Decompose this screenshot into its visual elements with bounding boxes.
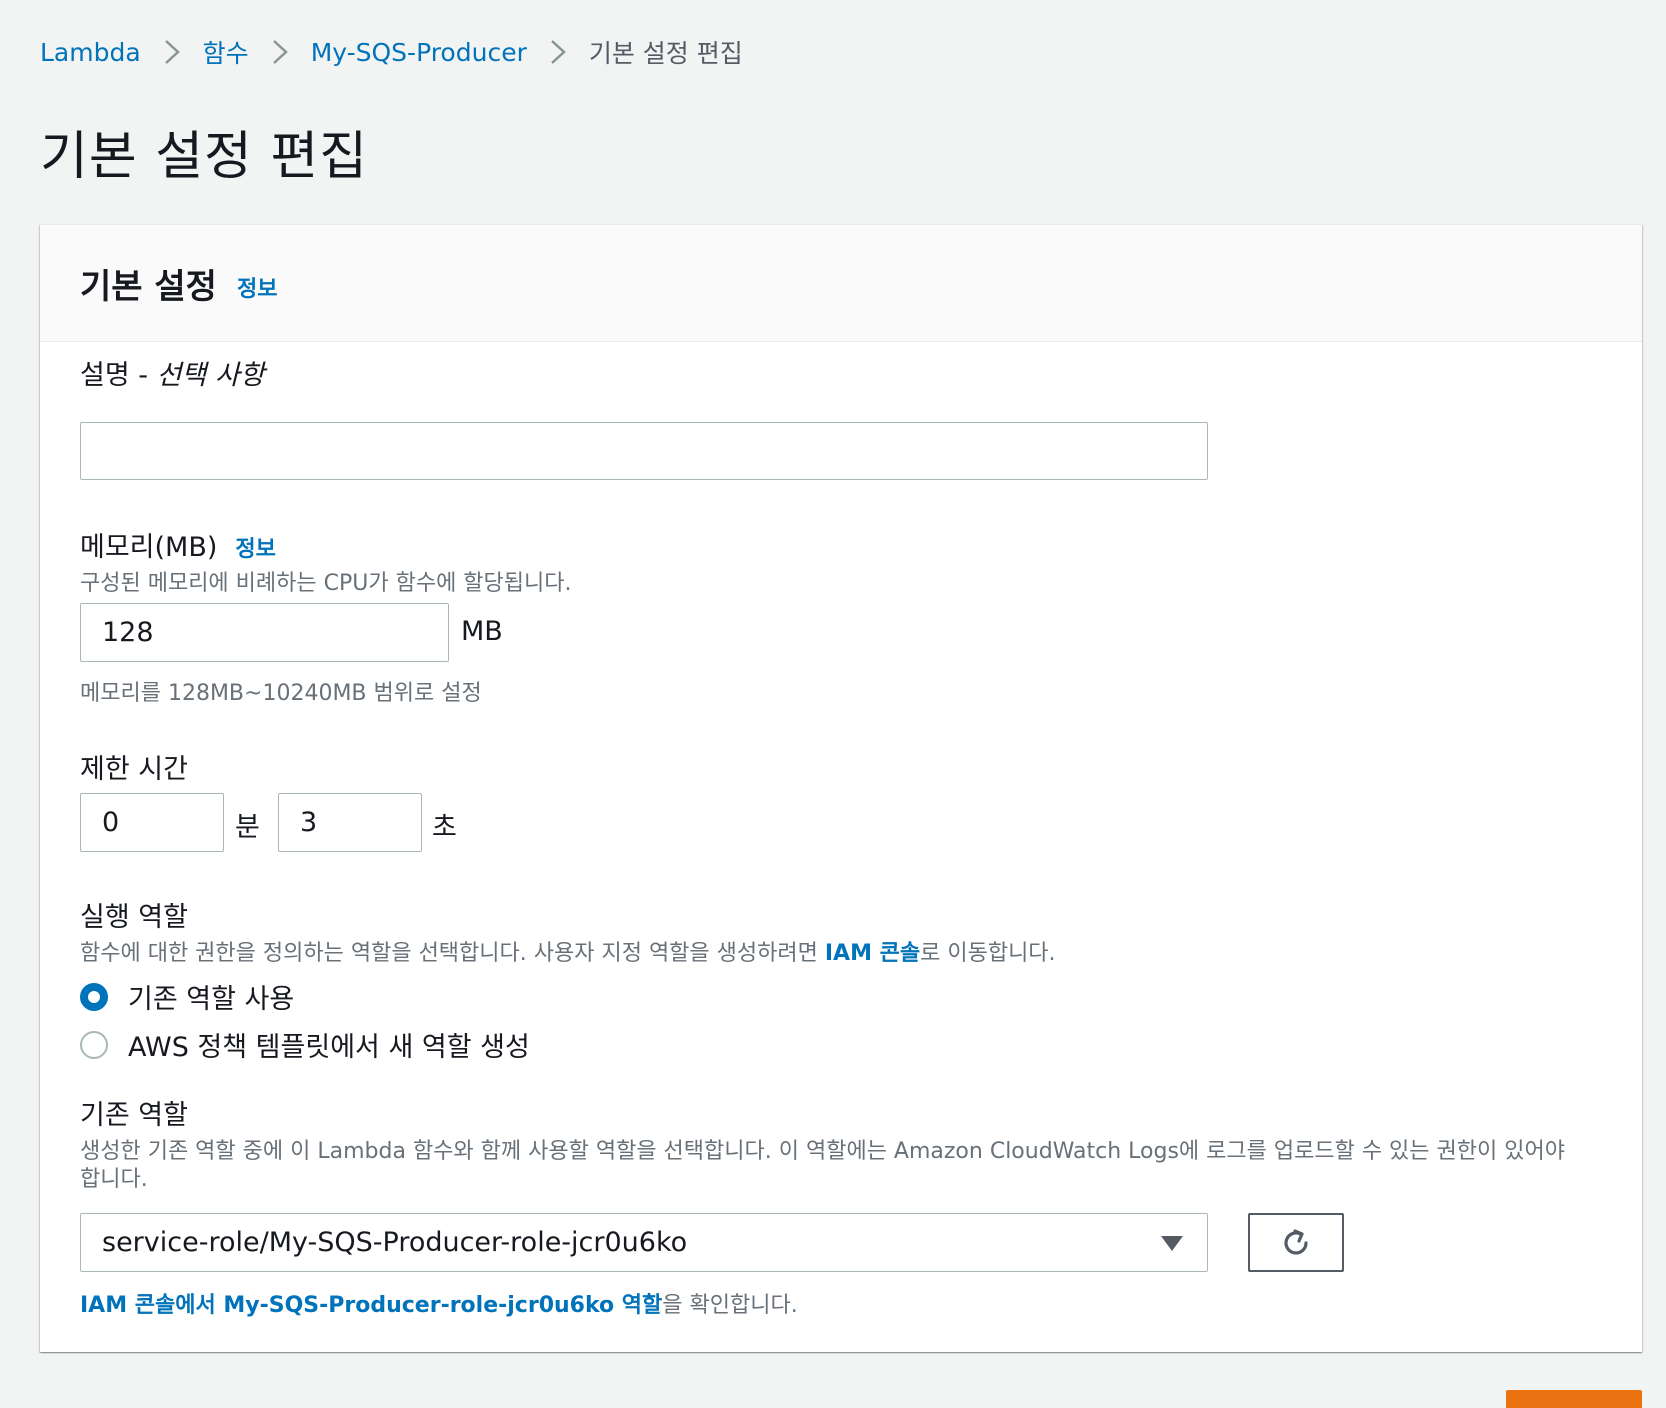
existing-role-selected-value: service-role/My-SQS-Producer-role-jcr0u6… — [102, 1227, 688, 1258]
timeout-label: 제한 시간 — [80, 754, 188, 785]
save-button[interactable] — [1506, 1390, 1642, 1408]
execution-role-desc-text: 함수에 대한 권한을 정의하는 역할을 선택합니다. 사용자 지정 역할을 생성… — [80, 941, 825, 966]
execution-role-description: 함수에 대한 권한을 정의하는 역할을 선택합니다. 사용자 지정 역할을 생성… — [80, 935, 1056, 967]
chevron-right-icon — [249, 39, 311, 65]
refresh-roles-button[interactable] — [1248, 1213, 1344, 1272]
memory-info-link[interactable]: 정보 — [235, 537, 275, 562]
memory-label-text: 메모리(MB) — [80, 532, 218, 563]
view-role-in-iam: IAM 콘솔에서 My-SQS-Producer-role-jcr0u6ko 역… — [80, 1287, 798, 1319]
timeout-seconds-input[interactable]: 3 — [278, 793, 422, 852]
radio-checked-icon[interactable] — [80, 982, 108, 1011]
radio-use-existing-role-label: 기존 역할 사용 — [128, 984, 295, 1015]
description-input[interactable] — [80, 422, 1208, 480]
radio-create-from-template[interactable]: AWS 정책 템플릿에서 새 역할 생성 — [80, 1025, 530, 1064]
view-role-suffix: 을 확인합니다. — [662, 1293, 798, 1318]
view-role-link[interactable]: IAM 콘솔에서 My-SQS-Producer-role-jcr0u6ko 역… — [80, 1293, 662, 1318]
execution-role-label: 실행 역할 — [80, 902, 188, 933]
existing-role-description-line2: 합니다. — [80, 1167, 148, 1192]
memory-unit: MB — [461, 616, 503, 647]
section-info-link[interactable]: 정보 — [237, 271, 277, 303]
container-header: 기본 설정 정보 — [40, 225, 1642, 342]
timeout-minutes-unit: 분 — [235, 812, 260, 843]
timeout-seconds-unit: 초 — [432, 812, 457, 843]
description-optional-text: 선택 사항 — [156, 360, 265, 391]
refresh-icon — [1284, 1228, 1308, 1255]
radio-use-existing-role[interactable]: 기존 역할 사용 — [80, 977, 294, 1016]
breadcrumb-functions[interactable]: 함수 — [203, 34, 249, 70]
chevron-right-icon — [527, 39, 589, 65]
basic-settings-container: 기본 설정 정보 설명 - 선택 사항 메모리(MB) 정보 구성된 메모리에 비… — [40, 224, 1642, 1352]
memory-description: 구성된 메모리에 비례하는 CPU가 함수에 할당됩니다. — [80, 571, 572, 596]
existing-role-description-line1: 생성한 기존 역할 중에 이 Lambda 함수와 함께 사용할 역할을 선택합… — [80, 1139, 1565, 1164]
section-title: 기본 설정 — [80, 266, 217, 307]
breadcrumb: Lambda 함수 My-SQS-Producer 기본 설정 편집 — [40, 34, 743, 70]
timeout-minutes-input[interactable]: 0 — [80, 793, 224, 852]
page: Lambda 함수 My-SQS-Producer 기본 설정 편집 기본 설정… — [0, 0, 1666, 1408]
description-label: 설명 - 선택 사항 — [80, 353, 265, 392]
breadcrumb-lambda[interactable]: Lambda — [40, 38, 141, 67]
breadcrumb-function-name[interactable]: My-SQS-Producer — [311, 38, 527, 67]
memory-label: 메모리(MB) 정보 — [80, 525, 276, 564]
page-title: 기본 설정 편집 — [40, 127, 369, 187]
memory-hint: 메모리를 128MB~10240MB 범위로 설정 — [80, 681, 482, 706]
iam-console-link[interactable]: IAM 콘솔 — [825, 941, 920, 966]
execution-role-desc-suffix: 로 이동합니다. — [920, 941, 1056, 966]
description-label-text: 설명 - — [80, 360, 157, 391]
breadcrumb-current: 기본 설정 편집 — [588, 39, 743, 68]
radio-unchecked-icon[interactable] — [80, 1030, 108, 1059]
caret-down-icon — [1161, 1235, 1183, 1251]
radio-create-from-template-label: AWS 정책 템플릿에서 새 역할 생성 — [128, 1032, 530, 1063]
memory-input[interactable]: 128 — [80, 603, 449, 662]
chevron-right-icon — [141, 39, 203, 65]
existing-role-label: 기존 역할 — [80, 1100, 188, 1131]
existing-role-select[interactable]: service-role/My-SQS-Producer-role-jcr0u6… — [80, 1213, 1208, 1272]
